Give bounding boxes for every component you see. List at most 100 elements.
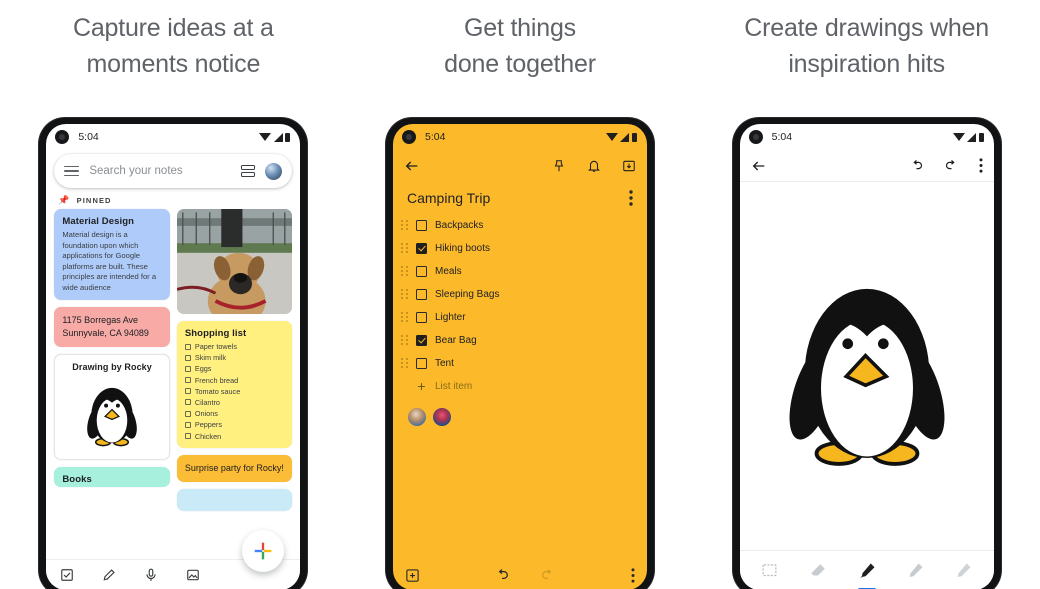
more-options-icon[interactable] bbox=[979, 158, 983, 173]
camera-punch-hole-icon bbox=[55, 130, 70, 144]
pin-icon[interactable] bbox=[552, 159, 566, 173]
checkbox-icon[interactable] bbox=[184, 365, 191, 372]
list-item[interactable]: Paper towels bbox=[184, 342, 285, 351]
checklist-item[interactable]: Meals bbox=[400, 260, 639, 282]
list-item[interactable]: Onions bbox=[184, 409, 285, 418]
checkbox-icon[interactable] bbox=[415, 265, 427, 277]
search-input[interactable]: Search your notes bbox=[89, 165, 231, 177]
notes-column-right: Shopping list Paper towels Skim milk Egg… bbox=[176, 209, 293, 511]
mic-icon[interactable] bbox=[144, 568, 158, 582]
promo-screenshot-stage: Capture ideas at a moments notice 5:04 S… bbox=[0, 0, 1040, 589]
list-item[interactable]: Skim milk bbox=[184, 353, 285, 362]
checkbox-icon[interactable] bbox=[415, 357, 427, 369]
checkbox-icon[interactable] bbox=[415, 219, 427, 231]
note-card-dog-photo[interactable] bbox=[176, 209, 293, 314]
checkbox-icon[interactable] bbox=[184, 410, 191, 417]
add-note-fab[interactable] bbox=[242, 530, 285, 572]
account-avatar[interactable] bbox=[265, 162, 283, 180]
note-card-material-design[interactable]: Material Design Material design is a fou… bbox=[54, 209, 170, 300]
drawing-canvas[interactable] bbox=[740, 182, 994, 550]
penguin-drawing bbox=[789, 288, 945, 466]
list-item[interactable]: Chicken bbox=[184, 432, 285, 441]
drag-handle-icon[interactable] bbox=[400, 289, 408, 299]
drag-handle-icon[interactable] bbox=[400, 335, 408, 345]
note-card-address[interactable]: 1175 Borregas Ave Sunnyvale, CA 94089 bbox=[54, 307, 170, 347]
note-card-drawing[interactable]: Drawing by Rocky bbox=[54, 354, 170, 460]
checklist-item[interactable]: Sleeping Bags bbox=[400, 283, 639, 305]
list-item[interactable]: Tomato sauce bbox=[184, 387, 285, 396]
drag-handle-icon[interactable] bbox=[400, 243, 408, 253]
brush-icon[interactable] bbox=[102, 568, 116, 582]
checkbox-icon[interactable] bbox=[415, 242, 427, 254]
highlighter-tool[interactable] bbox=[946, 554, 980, 588]
checkbox-icon[interactable] bbox=[184, 377, 191, 384]
checkbox-icon[interactable] bbox=[60, 568, 74, 582]
list-item[interactable]: Peppers bbox=[184, 420, 285, 429]
checkbox-icon[interactable] bbox=[184, 388, 191, 395]
item-label: Eggs bbox=[194, 364, 212, 374]
search-bar[interactable]: Search your notes bbox=[54, 154, 293, 188]
list-item[interactable]: Eggs bbox=[184, 364, 285, 374]
checkbox-icon[interactable] bbox=[184, 354, 191, 361]
drag-handle-icon[interactable] bbox=[400, 266, 408, 276]
note-card-shopping-list[interactable]: Shopping list Paper towels Skim milk Egg… bbox=[176, 321, 293, 448]
view-toggle-icon[interactable] bbox=[241, 165, 256, 177]
image-icon[interactable] bbox=[186, 568, 200, 582]
redo-icon[interactable] bbox=[944, 158, 959, 173]
camera-punch-hole-icon bbox=[401, 130, 416, 144]
promo-panel-2: Get things done together 5:04 Camping Tr… bbox=[347, 0, 694, 589]
checklist-item[interactable]: Tent bbox=[400, 352, 639, 374]
checkbox-icon[interactable] bbox=[184, 343, 191, 350]
wifi-icon bbox=[259, 133, 272, 141]
add-box-icon[interactable] bbox=[405, 568, 420, 583]
more-options-icon[interactable] bbox=[629, 190, 633, 206]
add-list-item-row[interactable]: + List item bbox=[401, 375, 639, 397]
eraser-tool[interactable] bbox=[801, 554, 835, 588]
status-clock: 5:04 bbox=[424, 131, 446, 143]
penguin-drawing-thumbnail bbox=[63, 375, 161, 452]
wifi-icon bbox=[952, 133, 965, 141]
cellular-signal-icon bbox=[273, 132, 283, 142]
reminder-bell-icon[interactable] bbox=[587, 159, 601, 173]
checkbox-icon[interactable] bbox=[184, 421, 191, 428]
shopping-items: Paper towels Skim milk Eggs French bread… bbox=[184, 342, 285, 441]
plus-icon[interactable]: + bbox=[416, 379, 427, 393]
drag-handle-icon[interactable] bbox=[400, 220, 408, 230]
checkbox-icon[interactable] bbox=[415, 311, 427, 323]
undo-icon[interactable] bbox=[909, 158, 924, 173]
list-item[interactable]: French bread bbox=[184, 376, 285, 385]
checklist-item[interactable]: Hiking boots bbox=[400, 237, 639, 259]
back-arrow-icon[interactable] bbox=[751, 158, 767, 174]
archive-icon[interactable] bbox=[622, 159, 636, 173]
drag-handle-icon[interactable] bbox=[400, 312, 408, 322]
collaborator-avatar-1[interactable] bbox=[406, 407, 427, 427]
checklist-item-label: Tent bbox=[434, 357, 454, 369]
checklist-item-label: Backpacks bbox=[434, 219, 484, 231]
undo-icon[interactable] bbox=[494, 567, 510, 583]
back-arrow-icon[interactable] bbox=[404, 158, 420, 174]
pencil-tool[interactable] bbox=[898, 554, 932, 588]
drag-handle-icon[interactable] bbox=[400, 358, 408, 368]
menu-hamburger-icon[interactable] bbox=[64, 165, 80, 177]
checklist-item[interactable]: Bear Bag bbox=[400, 329, 639, 351]
battery-icon bbox=[978, 132, 984, 142]
note-bottom-toolbar bbox=[393, 560, 647, 589]
checklist-item[interactable]: Lighter bbox=[400, 306, 639, 328]
note-card-books[interactable]: Books bbox=[54, 467, 170, 487]
note-title[interactable]: Camping Trip bbox=[407, 190, 629, 206]
more-options-icon[interactable] bbox=[631, 567, 635, 583]
pen-tool[interactable] bbox=[850, 554, 884, 589]
checkbox-icon[interactable] bbox=[184, 433, 191, 439]
headline-line-1: Get things bbox=[464, 14, 576, 42]
selection-tool[interactable] bbox=[753, 554, 787, 588]
list-item[interactable]: Cilantro bbox=[184, 398, 285, 407]
checkbox-icon[interactable] bbox=[184, 399, 191, 406]
phone-3-screen: 5:04 bbox=[739, 124, 994, 589]
checklist-item[interactable]: Backpacks bbox=[400, 214, 639, 236]
collaborator-avatar-2[interactable] bbox=[431, 407, 452, 427]
note-card-surprise-party[interactable]: Surprise party for Rocky! bbox=[176, 454, 293, 482]
checkbox-icon[interactable] bbox=[415, 288, 427, 300]
checkbox-icon[interactable] bbox=[415, 334, 427, 346]
note-text: Surprise party for Rocky! bbox=[184, 462, 284, 473]
note-card-partial[interactable] bbox=[176, 488, 293, 511]
